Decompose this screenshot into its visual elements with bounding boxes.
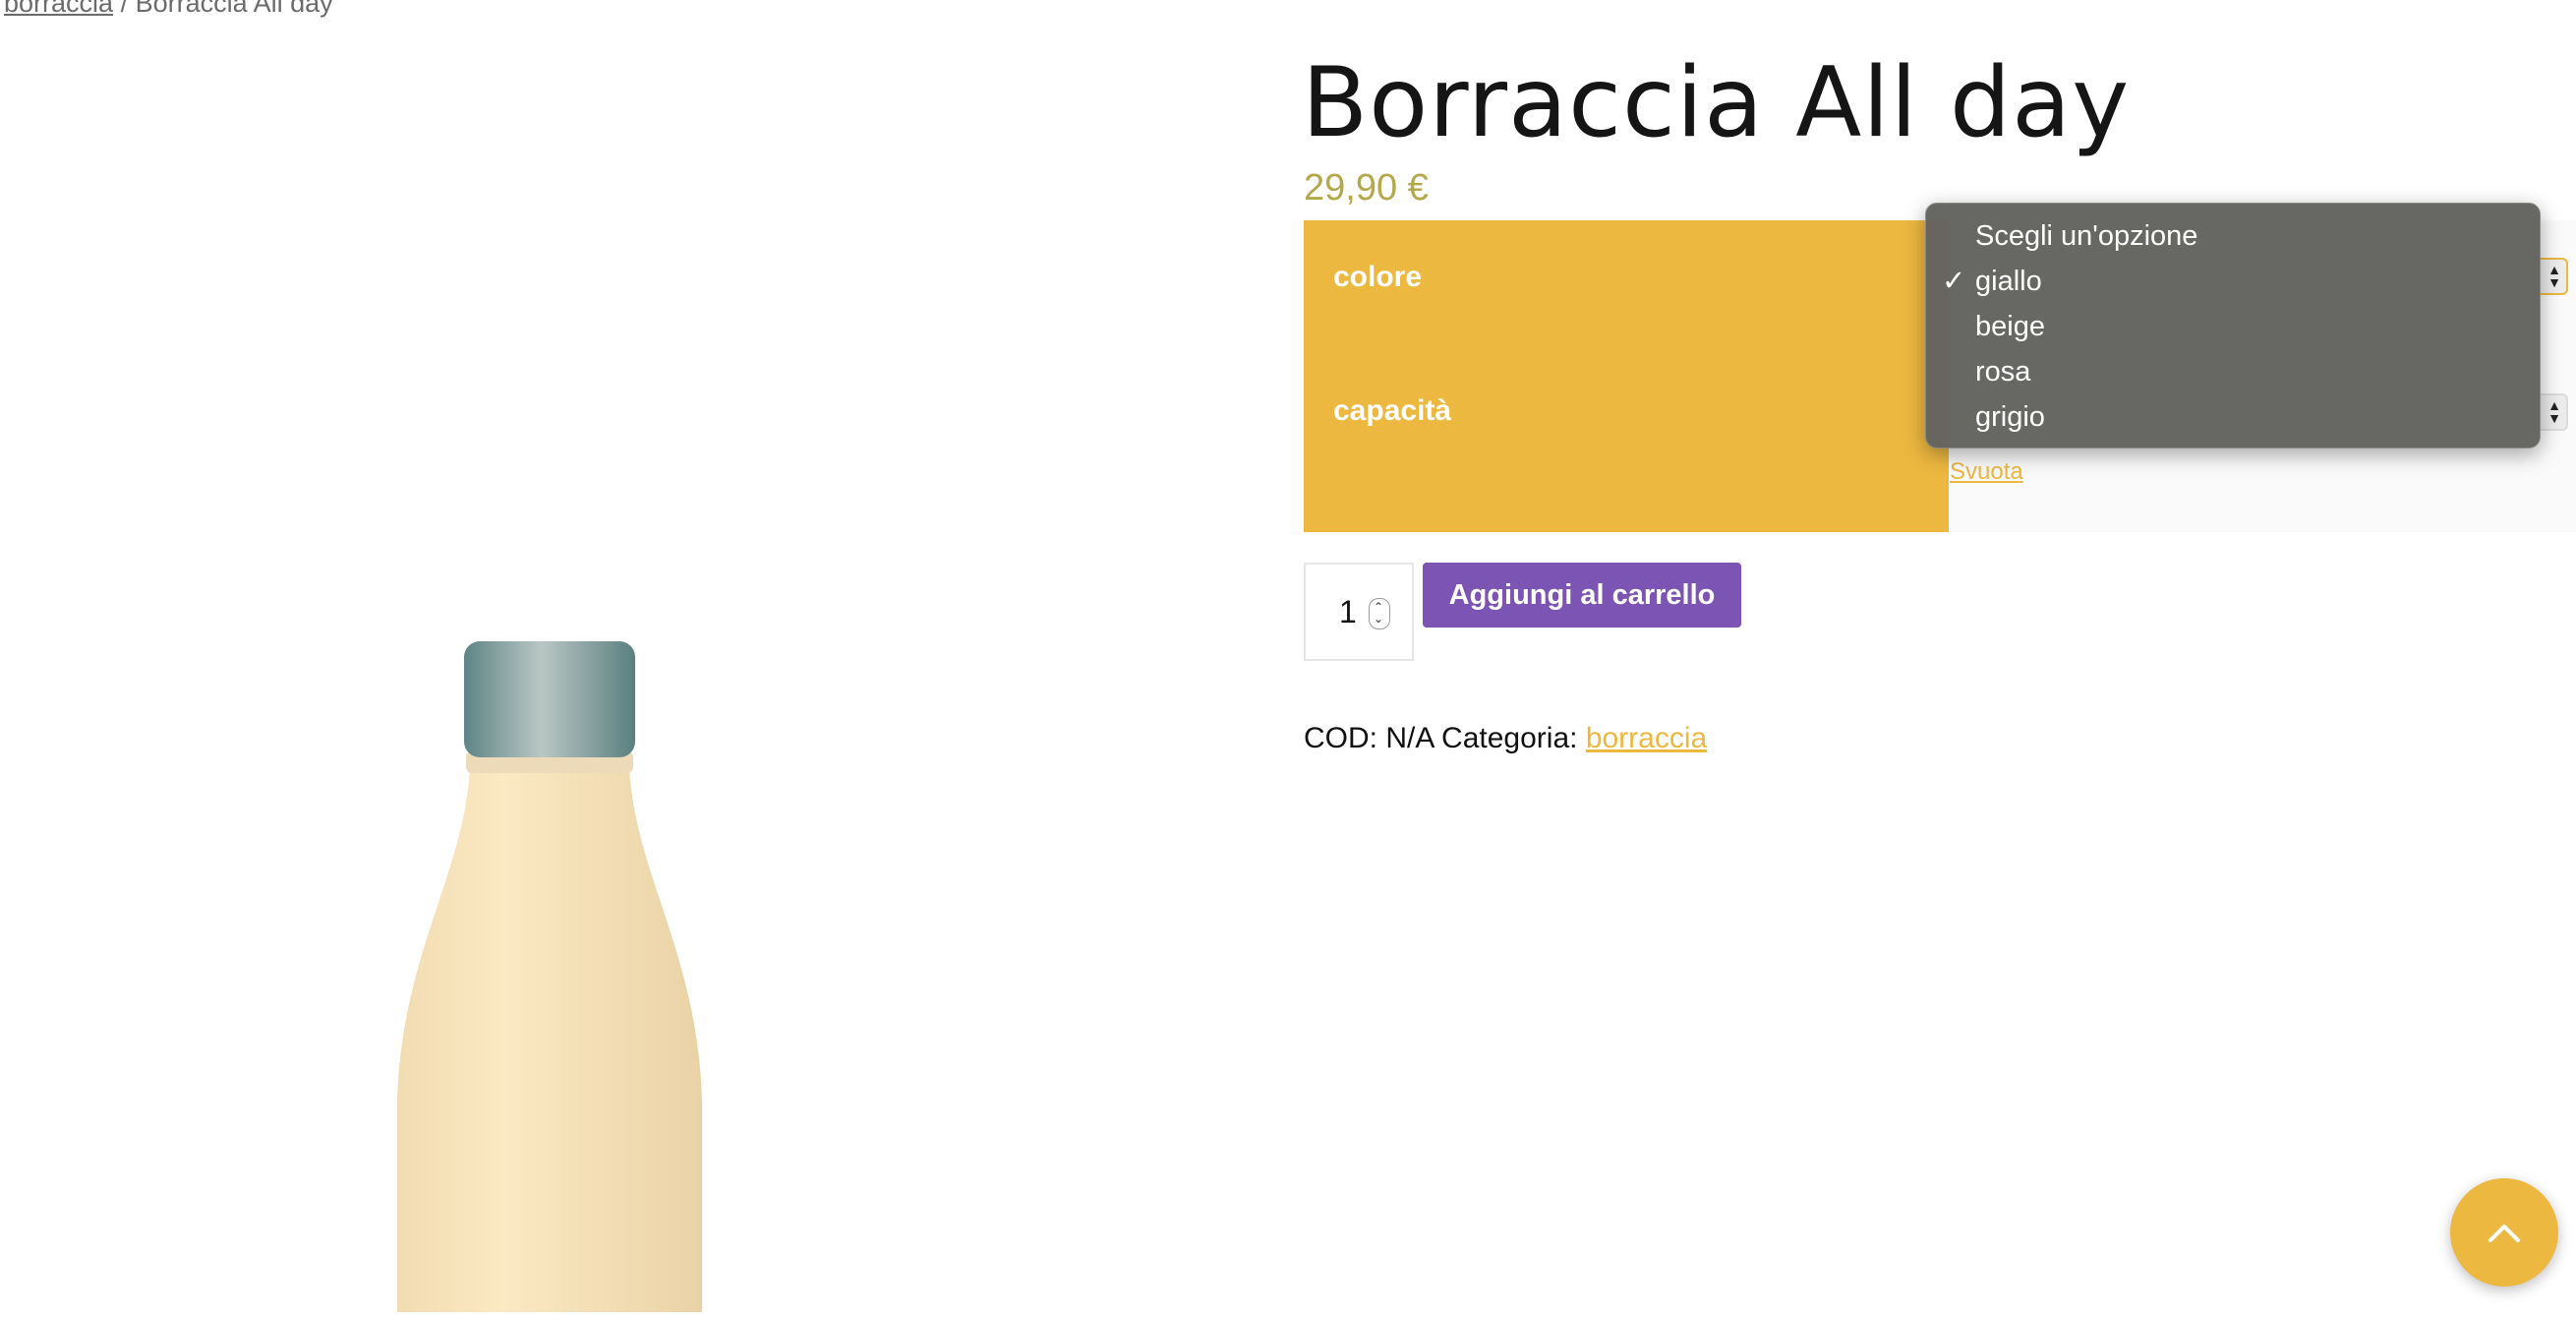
scroll-to-top-button[interactable]: [2450, 1178, 2558, 1287]
breadcrumb: borraccia / Borraccia All day: [4, 0, 333, 19]
breadcrumb-link-borraccia[interactable]: borraccia: [4, 0, 113, 18]
select-arrows-icon: ▲ ▼: [2547, 262, 2561, 290]
dropdown-option[interactable]: rosa: [1975, 352, 2030, 391]
quantity-value: 1: [1339, 594, 1357, 629]
dropdown-option[interactable]: Scegli un'opzione: [1975, 216, 2197, 256]
breadcrumb-current: Borraccia All day: [135, 0, 333, 18]
variation-labels-panel: colore capacità: [1304, 220, 1949, 532]
product-price: 29,90 €: [1304, 167, 1429, 209]
product-meta: COD: N/A Categoria: borraccia: [1304, 722, 1707, 755]
dropdown-option[interactable]: beige: [1975, 307, 2045, 346]
dropdown-option-selected[interactable]: giallo: [1975, 262, 2042, 301]
category-label: Categoria:: [1441, 722, 1578, 754]
color-label: colore: [1333, 261, 1423, 293]
checkmark-icon: ✓: [1942, 266, 1966, 297]
color-dropdown-menu[interactable]: Scegli un'opzione ✓ giallo beige rosa gr…: [1925, 203, 2541, 449]
capacity-label: capacità: [1333, 394, 1452, 427]
category-link[interactable]: borraccia: [1586, 722, 1707, 754]
chevron-up-icon: [2488, 1225, 2520, 1242]
reset-variations-link[interactable]: Svuota: [1950, 458, 2023, 486]
quantity-input[interactable]: 1 ⌃ ⌄: [1304, 563, 1414, 661]
select-arrows-icon: ▲ ▼: [2547, 397, 2561, 426]
product-title: Borraccia All day: [1302, 47, 2131, 159]
dropdown-option[interactable]: grigio: [1975, 397, 2045, 437]
breadcrumb-separator: /: [120, 0, 129, 18]
quantity-stepper-icon[interactable]: ⌃ ⌄: [1369, 598, 1390, 629]
add-to-cart-button[interactable]: Aggiungi al carrello: [1423, 563, 1741, 628]
product-image[interactable]: [334, 629, 767, 1312]
sku-text: COD: N/A: [1304, 722, 1434, 754]
